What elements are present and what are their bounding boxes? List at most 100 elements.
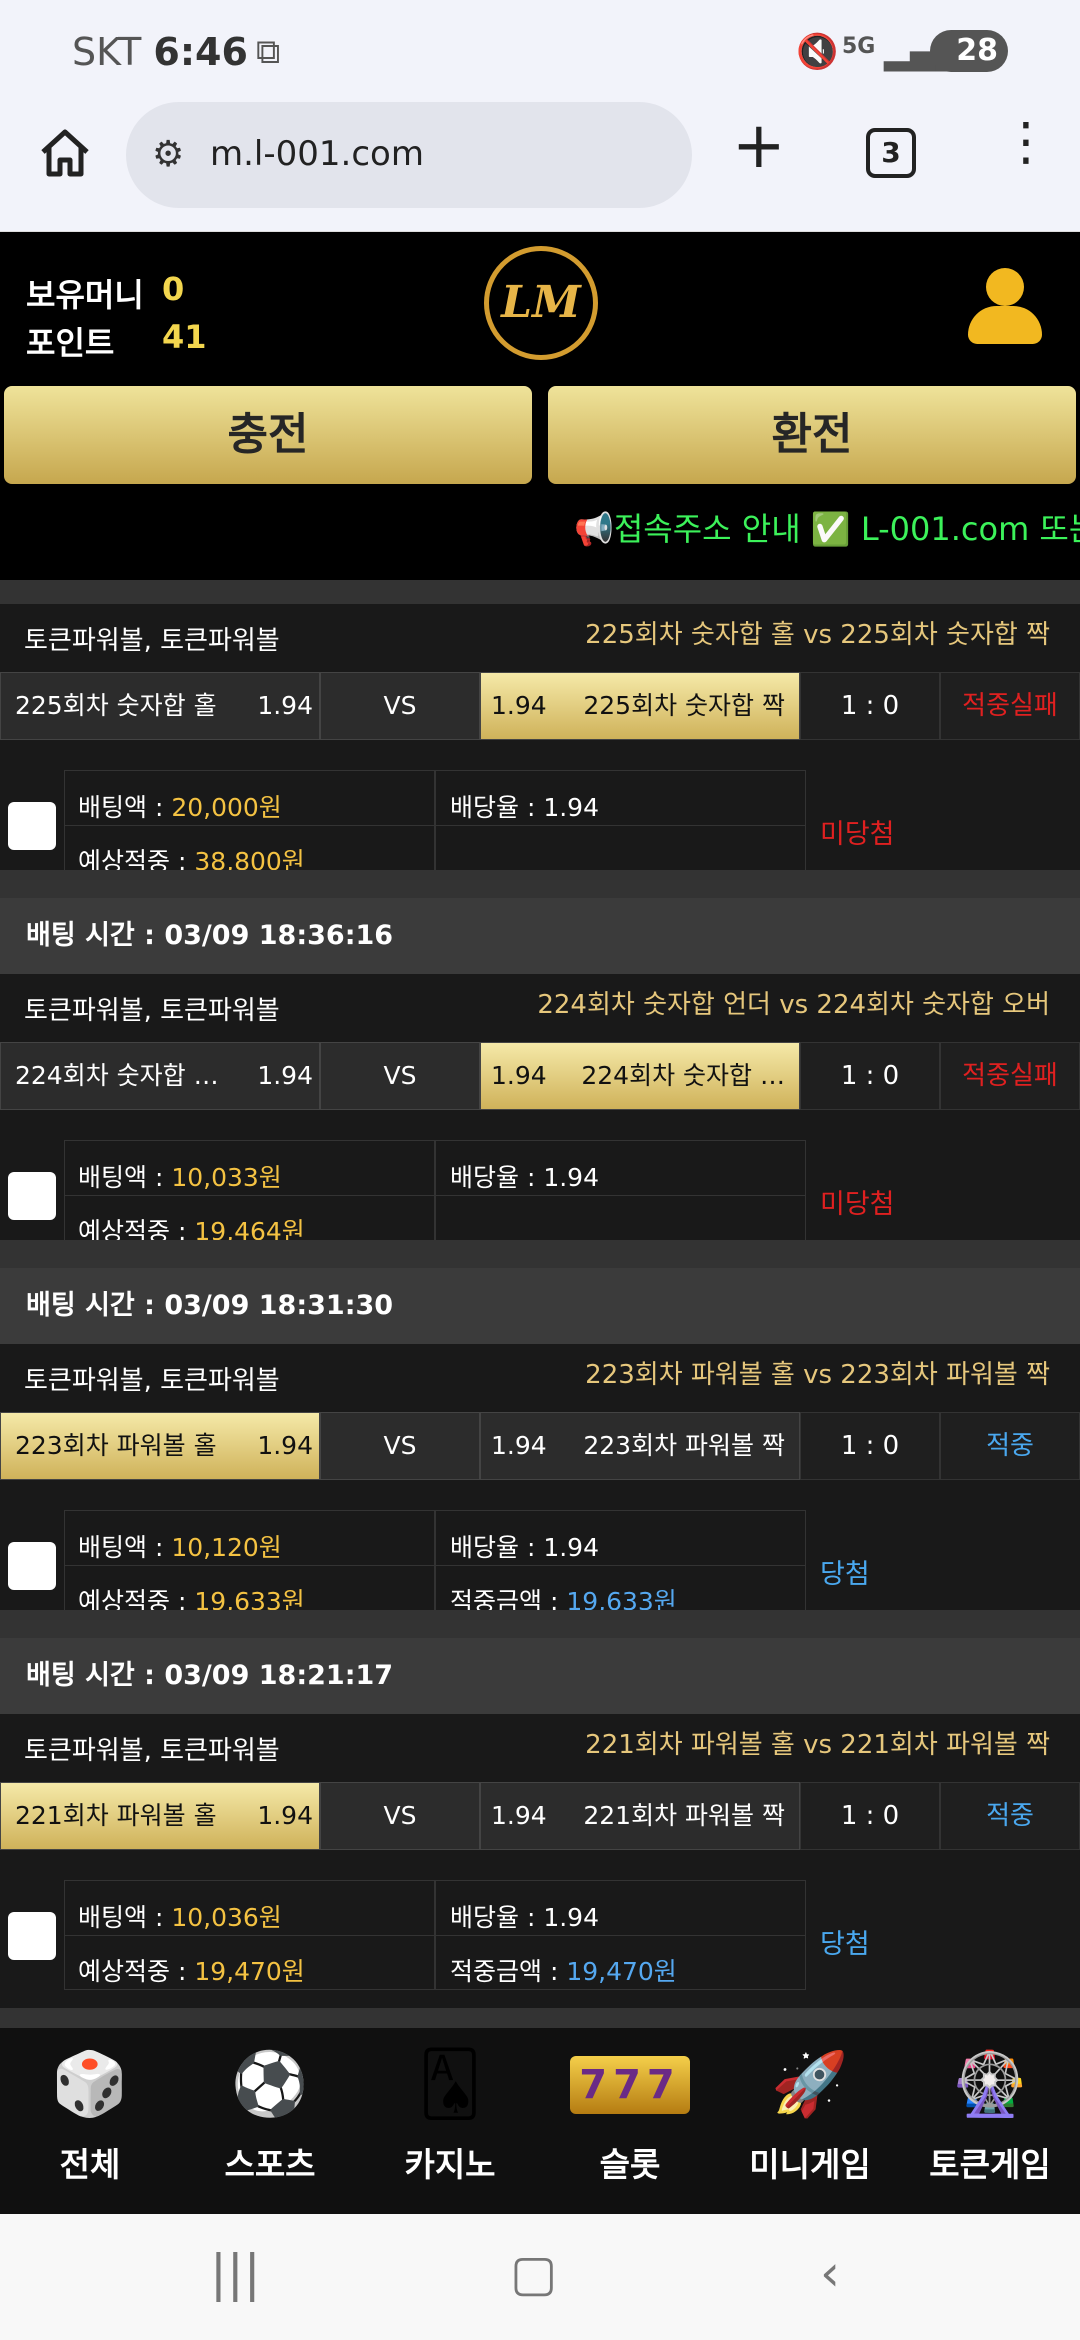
pick-right-label: 221회차 파워볼 짝 — [583, 1801, 785, 1830]
money-value: 0 — [162, 270, 185, 308]
pick-right-odds: 1.94 — [491, 1061, 547, 1090]
win-amount-value: 19,470원 — [566, 1957, 677, 1986]
slot-777-icon: 777 — [570, 2056, 690, 2114]
score-cell: 1 : 0 — [800, 1412, 940, 1480]
game-title: 토큰파워볼, 토큰파워볼 — [24, 1736, 280, 1766]
odds-rate-row: 배당율 : 1.94 — [450, 1533, 599, 1562]
bottom-game-nav: 🎲 전체 ⚽ 스포츠 🂡 카지노 777 슬롯 🚀 미니게임 🎡 토큰게임 — [0, 2028, 1080, 2214]
bet-select-checkbox[interactable] — [8, 1912, 56, 1960]
vs-button[interactable]: VS — [320, 672, 480, 740]
site-settings-icon[interactable]: ⚙ — [152, 134, 184, 175]
pick-left-label: 224회차 숫자합 … — [15, 1061, 219, 1090]
nav-item-5[interactable]: 🎡 토큰게임 — [900, 2028, 1080, 2214]
odds-rate-value: 1.94 — [543, 1903, 599, 1932]
bet-card: 토큰파워볼, 토큰파워볼 221회차 파워볼 홀 vs 221회차 파워볼 짝 … — [0, 1714, 1080, 2008]
pick-left-label: 223회차 파워볼 홀 — [15, 1431, 217, 1460]
payout-status: 미당첨 — [820, 819, 895, 850]
pick-left-button[interactable]: 224회차 숫자합 … 1.94 — [0, 1042, 320, 1110]
point-value: 41 — [162, 318, 207, 356]
game-title: 토큰파워볼, 토큰파워볼 — [24, 996, 280, 1026]
url-text: m.l-001.com — [210, 134, 424, 174]
nav-item-2[interactable]: 🂡 카지노 — [360, 2028, 540, 2214]
pick-left-button[interactable]: 223회차 파워볼 홀 1.94 — [0, 1412, 320, 1480]
pick-left-button[interactable]: 225회차 숫자합 홀 1.94 — [0, 672, 320, 740]
bet-amount-value: 10,033원 — [171, 1163, 282, 1192]
nav-item-4[interactable]: 🚀 미니게임 — [720, 2028, 900, 2214]
tab-switcher-button[interactable]: 3 — [866, 128, 916, 178]
dice-icon: 🎲 — [51, 2047, 129, 2120]
result-badge: 적중 — [940, 1782, 1080, 1850]
bet-time-bar: 배팅 시간 : 03/09 18:36:16 — [0, 898, 1080, 974]
bet-amount-row: 배팅액 : 20,000원 — [78, 793, 282, 822]
more-menu-icon[interactable]: ⋮ — [1000, 116, 1052, 168]
bet-amount-row: 배팅액 : 10,120원 — [78, 1533, 282, 1562]
matchup-text: 225회차 숫자합 홀 vs 225회차 숫자합 짝 — [585, 620, 1050, 650]
odds-rate-value: 1.94 — [543, 1533, 599, 1562]
user-profile-icon[interactable] — [968, 268, 1042, 350]
nav-item-0[interactable]: 🎲 전체 — [0, 2028, 180, 2214]
nav-label: 스포츠 — [224, 2145, 316, 2184]
mute-icon: 🔇 — [796, 32, 839, 72]
bet-amount-value: 10,120원 — [171, 1533, 282, 1562]
pick-left-odds: 1.94 — [257, 691, 313, 720]
bet-select-checkbox[interactable] — [8, 1172, 56, 1220]
pick-left-odds: 1.94 — [257, 1431, 313, 1460]
divider — [0, 870, 1080, 898]
odds-rate-row: 배당율 : 1.94 — [450, 1903, 599, 1932]
pick-right-button[interactable]: 1.94 223회차 파워볼 짝 — [480, 1412, 800, 1480]
vs-button[interactable]: VS — [320, 1412, 480, 1480]
charge-button[interactable]: 충전 — [4, 386, 532, 484]
game-title: 토큰파워볼, 토큰파워볼 — [24, 1366, 280, 1396]
recent-apps-icon[interactable]: ||| — [210, 2244, 261, 2302]
clock: 6:46 — [153, 30, 248, 74]
web-content: 보유머니 0 포인트 41 LM 충전 환전 📢접속주소 안내 ✅ L-001.… — [0, 232, 1080, 2214]
money-label: 보유머니 — [26, 276, 144, 314]
pick-right-button[interactable]: 1.94 225회차 숫자합 짝 — [480, 672, 800, 740]
expected-win-row: 예상적중 : 19,470원 — [78, 1957, 305, 1986]
win-amount-row: 적중금액 : 19,470원 — [450, 1957, 677, 1986]
carrier-label: SKT — [72, 30, 142, 74]
pick-right-button[interactable]: 1.94 221회차 파워볼 짝 — [480, 1782, 800, 1850]
divider — [0, 1240, 1080, 1268]
bet-card: 토큰파워볼, 토큰파워볼 223회차 파워볼 홀 vs 223회차 파워볼 짝 … — [0, 1344, 1080, 1638]
payout-status: 당첨 — [820, 1559, 870, 1590]
bet-rate-grid — [434, 770, 806, 880]
divider — [0, 1610, 1080, 1638]
pick-right-odds: 1.94 — [491, 691, 547, 720]
bet-select-checkbox[interactable] — [8, 1542, 56, 1590]
nav-label: 전체 — [59, 2145, 121, 2184]
pick-left-button[interactable]: 221회차 파워볼 홀 1.94 — [0, 1782, 320, 1850]
pick-right-button[interactable]: 1.94 224회차 숫자합 … — [480, 1042, 800, 1110]
site-header: 보유머니 0 포인트 41 LM 충전 환전 📢접속주소 안내 ✅ L-001.… — [0, 232, 1080, 580]
matchup-text: 224회차 숫자합 언더 vs 224회차 숫자합 오버 — [537, 990, 1050, 1020]
new-tab-icon[interactable]: + — [732, 114, 786, 178]
pick-left-odds: 1.94 — [257, 1061, 313, 1090]
point-label: 포인트 — [26, 324, 115, 362]
back-icon[interactable]: ‹ — [820, 2244, 840, 2302]
score-cell: 1 : 0 — [800, 672, 940, 740]
home-nav-icon[interactable]: ▢ — [510, 2244, 557, 2302]
roulette-icon: 🎡 — [951, 2047, 1029, 2120]
nav-label: 미니게임 — [749, 2145, 871, 2184]
nav-item-3[interactable]: 777 슬롯 — [540, 2028, 720, 2214]
bet-card: 토큰파워볼, 토큰파워볼 225회차 숫자합 홀 vs 225회차 숫자합 짝 … — [0, 604, 1080, 898]
pick-right-label: 225회차 숫자합 짝 — [583, 691, 785, 720]
divider — [0, 2008, 1080, 2028]
bet-time-bar: 배팅 시간 : 03/09 18:31:30 — [0, 1268, 1080, 1344]
bet-select-checkbox[interactable] — [8, 802, 56, 850]
vs-button[interactable]: VS — [320, 1782, 480, 1850]
exchange-button[interactable]: 환전 — [548, 386, 1076, 484]
nav-item-1[interactable]: ⚽ 스포츠 — [180, 2028, 360, 2214]
score-cell: 1 : 0 — [800, 1782, 940, 1850]
pick-left-label: 221회차 파워볼 홀 — [15, 1801, 217, 1830]
screenshot-icon: ⧉ — [256, 32, 281, 72]
home-icon[interactable] — [38, 126, 92, 180]
network-5g-icon: 5G — [842, 34, 876, 59]
bet-amount-value: 10,036원 — [171, 1903, 282, 1932]
vs-button[interactable]: VS — [320, 1042, 480, 1110]
address-bar[interactable]: ⚙ m.l-001.com — [126, 102, 692, 208]
score-cell: 1 : 0 — [800, 1042, 940, 1110]
payout-status: 당첨 — [820, 1929, 870, 1960]
site-logo[interactable]: LM — [484, 246, 598, 360]
bet-amount-value: 20,000원 — [171, 793, 282, 822]
